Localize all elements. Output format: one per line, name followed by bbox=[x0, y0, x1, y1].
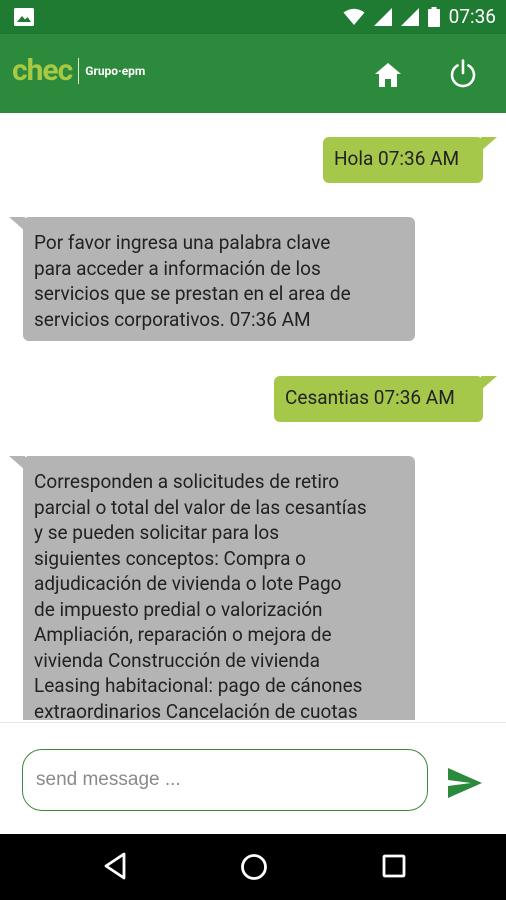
logo-text: chec bbox=[12, 53, 73, 88]
message-line: servicios que se prestan en el area de bbox=[34, 282, 351, 305]
power-icon[interactable] bbox=[449, 59, 477, 89]
logo-subtext: Grupo·epm bbox=[85, 64, 146, 78]
message-line: extraordinarios Cancelación de cuotas bbox=[34, 699, 358, 721]
message-bubble-incoming: Corresponden a solicitudes de retiro par… bbox=[23, 456, 415, 720]
message-line: parcial o total del valor de las cesantí… bbox=[34, 495, 367, 519]
message-line: servicios corporativos. 07:36 AM bbox=[34, 307, 311, 331]
message-line: de impuesto predial o valorización bbox=[34, 597, 323, 621]
wifi-icon bbox=[343, 8, 365, 25]
message-input[interactable] bbox=[22, 749, 428, 811]
navigation-bar bbox=[0, 834, 506, 900]
message-line: Corresponden a solicitudes de retiro bbox=[34, 470, 340, 493]
status-time: 07:36 bbox=[448, 5, 496, 28]
status-bar: 07:36 bbox=[0, 0, 506, 34]
battery-icon bbox=[427, 7, 440, 27]
bubble-tail bbox=[9, 456, 25, 470]
signal-icon bbox=[373, 8, 392, 26]
message-text: Cesantias 07:36 AM bbox=[285, 386, 455, 409]
message-line: vivienda Construcción de vivienda bbox=[34, 648, 320, 672]
home-icon[interactable] bbox=[374, 62, 402, 88]
app-bar: chec Grupo·epm bbox=[0, 34, 506, 113]
message-bubble-incoming: Por favor ingresa una palabra clave para… bbox=[23, 217, 415, 341]
message-line: para acceder a información de los bbox=[34, 256, 321, 280]
message-text: Hola 07:36 AM bbox=[334, 147, 460, 170]
recents-icon[interactable] bbox=[382, 854, 406, 878]
message-line: adjudicación de vivienda o lote Pago bbox=[34, 572, 342, 595]
bubble-tail bbox=[9, 217, 25, 231]
message-line: siguientes conceptos: Compra o bbox=[34, 546, 307, 570]
signal-icon bbox=[400, 8, 419, 26]
logo-divider bbox=[78, 58, 80, 84]
bubble-tail bbox=[481, 376, 497, 390]
message-line: y se pueden solicitar para los bbox=[34, 521, 280, 544]
home-circle-icon[interactable] bbox=[240, 853, 268, 881]
message-line: Ampliación, reparación o mejora de bbox=[34, 623, 332, 646]
message-line: Por favor ingresa una palabra clave bbox=[34, 231, 331, 254]
chat-messages[interactable]: Hola 07:36 AM Por favor ingresa una pala… bbox=[0, 113, 506, 720]
back-icon[interactable] bbox=[103, 852, 127, 880]
gallery-icon bbox=[14, 8, 34, 26]
message-line: Leasing habitacional: pago de cánones bbox=[34, 674, 363, 697]
send-icon[interactable] bbox=[447, 767, 483, 799]
message-bubble-outgoing: Cesantias 07:36 AM bbox=[274, 376, 483, 422]
message-bubble-outgoing: Hola 07:36 AM bbox=[323, 137, 483, 183]
app-logo: chec Grupo·epm bbox=[12, 56, 145, 86]
message-composer bbox=[0, 722, 506, 834]
bubble-tail bbox=[481, 137, 497, 151]
